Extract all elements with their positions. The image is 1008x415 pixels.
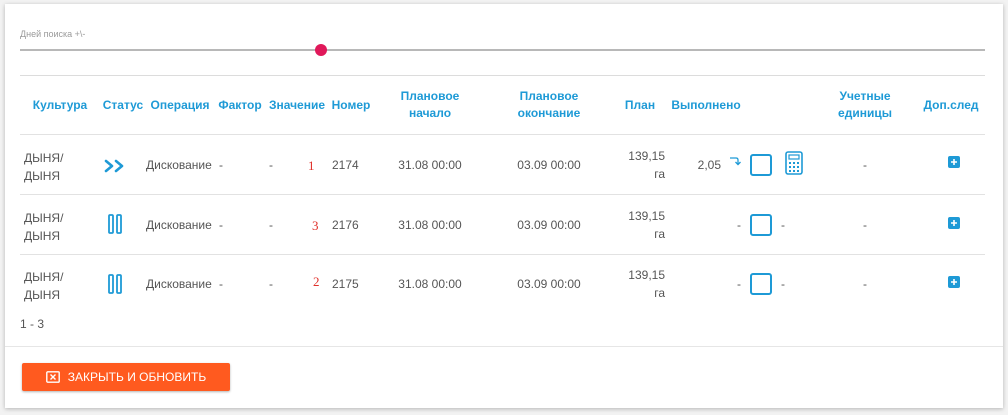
row-2-done-checkbox[interactable] bbox=[750, 214, 772, 236]
row-2-number: 2176 bbox=[332, 218, 359, 232]
search-days-label: Дней поиска +\- bbox=[20, 29, 86, 39]
row-2-plan-value: 139,15 bbox=[628, 209, 665, 223]
plus-icon bbox=[951, 159, 957, 165]
row-1-value: - bbox=[269, 158, 273, 172]
plus-icon bbox=[951, 220, 957, 226]
col-operation-header[interactable]: Операция bbox=[147, 86, 213, 124]
row-3-done-value: - bbox=[737, 277, 741, 291]
row-1-fact: - bbox=[219, 158, 223, 172]
row-2-culture: ДЫНЯ/ ДЫНЯ bbox=[24, 211, 64, 243]
row-3-culture: ДЫНЯ/ ДЫНЯ bbox=[24, 270, 64, 302]
row-2-fact: - bbox=[219, 218, 223, 232]
col-units-header[interactable]: Учетные единицы bbox=[820, 86, 910, 124]
row-2-plan-unit: га bbox=[654, 227, 665, 241]
row-1-done-value: 2,05 bbox=[697, 158, 721, 172]
col-value-header[interactable]: Значение bbox=[266, 86, 328, 124]
col-status-header[interactable]: Статус bbox=[99, 86, 147, 124]
col-fact-header[interactable]: Фактор bbox=[215, 86, 265, 124]
search-days-slider-thumb[interactable] bbox=[315, 44, 327, 56]
row-2-value: - bbox=[269, 218, 273, 232]
row-3-order-mark: 2 bbox=[313, 274, 320, 289]
row-2-plan-end: 03.09 00:00 bbox=[517, 218, 581, 232]
redo-arrow-icon[interactable] bbox=[729, 156, 741, 166]
operations-panel: Дней поиска +\- Культура Статус Операция… bbox=[5, 4, 1003, 408]
col-culture-header[interactable]: Культура bbox=[27, 86, 93, 124]
row-3-plan-start: 31.08 00:00 bbox=[398, 277, 462, 291]
close-box-icon bbox=[45, 371, 60, 383]
pause-icon[interactable] bbox=[108, 274, 122, 294]
pause-icon[interactable] bbox=[108, 214, 122, 234]
row-1-plan-unit: га bbox=[654, 167, 665, 181]
row-1-plan-value: 139,15 bbox=[628, 149, 665, 163]
row-3-done-after: - bbox=[781, 277, 785, 291]
row-divider bbox=[20, 134, 985, 135]
row-2-plan-start: 31.08 00:00 bbox=[398, 218, 462, 232]
col-plan-start-header[interactable]: Плановое начало bbox=[385, 86, 475, 124]
footer-divider bbox=[5, 346, 1003, 347]
row-2-extra-button[interactable] bbox=[948, 217, 960, 229]
row-2-units: - bbox=[863, 218, 867, 232]
row-1-units: - bbox=[863, 158, 867, 172]
row-2-done-value: - bbox=[737, 218, 741, 232]
search-days-slider-track[interactable] bbox=[20, 49, 985, 51]
calculator-icon[interactable] bbox=[785, 151, 803, 175]
row-1-order-mark: 1 bbox=[308, 158, 315, 173]
row-1-culture: ДЫНЯ/ ДЫНЯ bbox=[24, 151, 64, 183]
col-extra-header[interactable]: Доп.след bbox=[921, 86, 981, 124]
row-3-plan-unit: га bbox=[654, 286, 665, 300]
header-divider bbox=[20, 75, 985, 76]
row-divider bbox=[20, 254, 985, 255]
row-3-value: - bbox=[269, 277, 273, 291]
row-1-plan-end: 03.09 00:00 bbox=[517, 158, 581, 172]
row-1-number: 2174 bbox=[332, 158, 359, 172]
row-3-plan-value: 139,15 bbox=[628, 268, 665, 282]
row-3-operation: Дискование bbox=[146, 277, 212, 291]
col-plan-header[interactable]: План bbox=[620, 86, 660, 124]
close-and-refresh-label: ЗАКРЫТЬ И ОБНОВИТЬ bbox=[67, 370, 207, 384]
row-3-done-checkbox[interactable] bbox=[750, 273, 772, 295]
pagination-info: 1 - 3 bbox=[20, 317, 45, 331]
row-3-extra-button[interactable] bbox=[948, 276, 960, 288]
row-2-operation: Дискование bbox=[146, 218, 212, 232]
row-divider bbox=[20, 194, 985, 195]
row-1-extra-button[interactable] bbox=[948, 156, 960, 168]
row-2-order-mark: 3 bbox=[312, 218, 319, 233]
row-3-number: 2175 bbox=[332, 277, 359, 291]
row-1-plan-start: 31.08 00:00 bbox=[398, 158, 462, 172]
close-and-refresh-button[interactable]: ЗАКРЫТЬ И ОБНОВИТЬ bbox=[22, 363, 230, 391]
row-1-operation: Дискование bbox=[146, 158, 212, 172]
chevrons-right-icon[interactable] bbox=[103, 158, 127, 174]
col-done-header[interactable]: Выполнено bbox=[670, 86, 742, 124]
row-1-done-checkbox[interactable] bbox=[750, 154, 772, 176]
row-3-units: - bbox=[863, 277, 867, 291]
row-2-done-after: - bbox=[781, 218, 785, 232]
col-number-header[interactable]: Номер bbox=[328, 86, 374, 124]
row-3-plan-end: 03.09 00:00 bbox=[517, 277, 581, 291]
plus-icon bbox=[951, 279, 957, 285]
row-3-fact: - bbox=[219, 277, 223, 291]
col-plan-end-header[interactable]: Плановое окончание bbox=[503, 86, 595, 124]
